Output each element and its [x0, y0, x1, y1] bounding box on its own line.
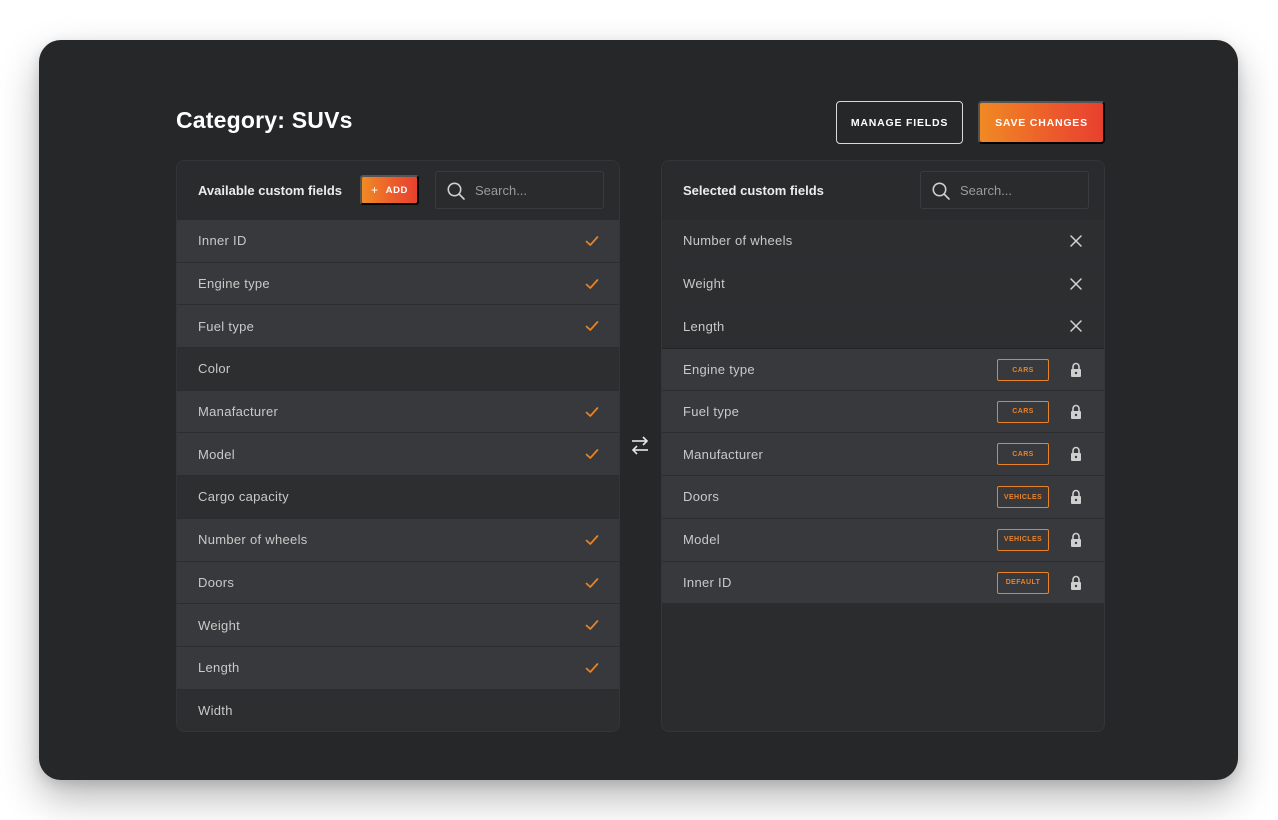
check-icon [585, 534, 599, 545]
lock-icon [1071, 575, 1081, 590]
available-field-row[interactable]: Manafacturer [177, 390, 619, 434]
available-field-row[interactable]: Fuel type [177, 305, 619, 349]
locked-field-label: Engine type [683, 361, 755, 377]
locked-field-row[interactable]: Model VEHICLES [662, 518, 1104, 562]
selected-field-label: Number of wheels [683, 233, 793, 249]
available-field-row[interactable]: Weight [177, 604, 619, 647]
check-icon [585, 236, 599, 246]
locked-field-row[interactable]: Manufacturer CARS [662, 433, 1104, 477]
available-fields-header: Available custom fields + ADD [177, 161, 619, 220]
locked-field-row[interactable]: Doors VEHICLES [662, 476, 1104, 519]
available-field-label: Width [198, 702, 233, 718]
check-icon [585, 620, 599, 631]
search-icon [447, 182, 465, 200]
selected-field-row[interactable]: Weight [662, 262, 1104, 306]
available-field-label: Model [198, 446, 235, 462]
check-icon [585, 577, 599, 588]
field-source-tag: VEHICLES [997, 528, 1049, 551]
add-field-label: ADD [385, 184, 408, 196]
locked-field-label: Inner ID [683, 574, 732, 590]
save-changes-button[interactable]: SAVE CHANGES [978, 101, 1105, 144]
locked-field-label: Fuel type [683, 404, 740, 420]
locked-field-row[interactable]: Engine type CARS [662, 348, 1104, 391]
lock-icon [1071, 532, 1081, 547]
locked-field-label: Doors [683, 489, 720, 505]
field-source-tag: CARS [997, 400, 1049, 423]
close-icon[interactable] [1070, 235, 1082, 247]
selected-field-row[interactable]: Length [662, 305, 1104, 349]
add-field-button[interactable]: + ADD [360, 175, 419, 205]
available-field-row[interactable]: Color [177, 348, 619, 391]
field-source-tag: CARS [997, 359, 1049, 382]
page-title-prefix: Category: [176, 107, 292, 133]
search-icon [932, 182, 950, 200]
available-field-row[interactable]: Model [177, 433, 619, 477]
lock-icon [1071, 362, 1081, 378]
available-fields-panel: Available custom fields + ADD Inner ID Eng… [176, 160, 620, 732]
selected-field-row[interactable]: Number of wheels [662, 220, 1104, 263]
available-field-label: Doors [198, 574, 235, 590]
available-field-row[interactable]: Engine type [177, 262, 619, 306]
check-icon [585, 406, 599, 417]
available-field-label: Cargo capacity [198, 489, 289, 505]
check-icon [585, 278, 599, 289]
available-search-input[interactable] [475, 180, 595, 200]
close-icon[interactable] [1070, 320, 1082, 333]
swap-arrows-icon[interactable] [631, 435, 649, 457]
available-field-row[interactable]: Number of wheels [177, 518, 619, 562]
app-window: Category: SUVs MANAGE FIELDS SAVE CHANGE… [39, 40, 1238, 780]
page-title-category: SUVs [291, 107, 353, 133]
field-source-tag: CARS [997, 443, 1049, 466]
available-field-label: Number of wheels [198, 532, 308, 548]
field-source-tag: DEFAULT [997, 571, 1049, 594]
field-source-tag: VEHICLES [997, 486, 1049, 509]
manage-fields-button[interactable]: MANAGE FIELDS [836, 101, 963, 144]
available-field-label: Color [198, 361, 231, 377]
locked-field-label: Manufacturer [683, 446, 764, 462]
selected-search-input[interactable] [960, 180, 1080, 200]
available-fields-title: Available custom fields [198, 183, 343, 198]
lock-icon [1071, 489, 1081, 505]
selected-field-label: Length [683, 318, 725, 334]
available-field-label: Weight [198, 617, 241, 633]
selected-field-label: Weight [683, 276, 726, 292]
available-field-label: Inner ID [198, 233, 247, 249]
locked-field-row[interactable]: Inner ID DEFAULT [662, 561, 1104, 605]
available-field-row[interactable]: Cargo capacity [177, 476, 619, 519]
selected-fields-panel: Selected custom fields Number of wheels W… [661, 160, 1105, 732]
available-field-row[interactable]: Length [177, 646, 619, 690]
selected-fields-title: Selected custom fields [683, 183, 824, 198]
selected-search-box[interactable] [920, 171, 1089, 209]
available-field-label: Length [198, 660, 240, 676]
locked-field-label: Model [683, 532, 720, 548]
lock-icon [1071, 404, 1081, 419]
available-field-row[interactable]: Inner ID [177, 220, 619, 263]
available-search-box[interactable] [435, 171, 604, 209]
available-field-label: Engine type [198, 276, 270, 292]
page-title: Category: SUVs [176, 107, 353, 134]
available-field-row[interactable]: Doors [177, 561, 619, 605]
plus-icon: + [371, 183, 379, 197]
check-icon [585, 449, 599, 460]
available-fields-list: Inner ID Engine type Fuel type Color Manafac… [177, 220, 619, 731]
available-field-row[interactable]: Width [177, 689, 619, 731]
check-icon [585, 663, 599, 673]
selected-fields-list: Number of wheels Weight Length Engine type C… [662, 220, 1104, 605]
selected-fields-header: Selected custom fields [662, 161, 1104, 220]
close-icon[interactable] [1070, 277, 1082, 290]
available-field-label: Fuel type [198, 318, 255, 334]
lock-icon [1071, 447, 1081, 462]
check-icon [585, 321, 599, 332]
available-field-label: Manafacturer [198, 404, 279, 420]
locked-field-row[interactable]: Fuel type CARS [662, 390, 1104, 434]
